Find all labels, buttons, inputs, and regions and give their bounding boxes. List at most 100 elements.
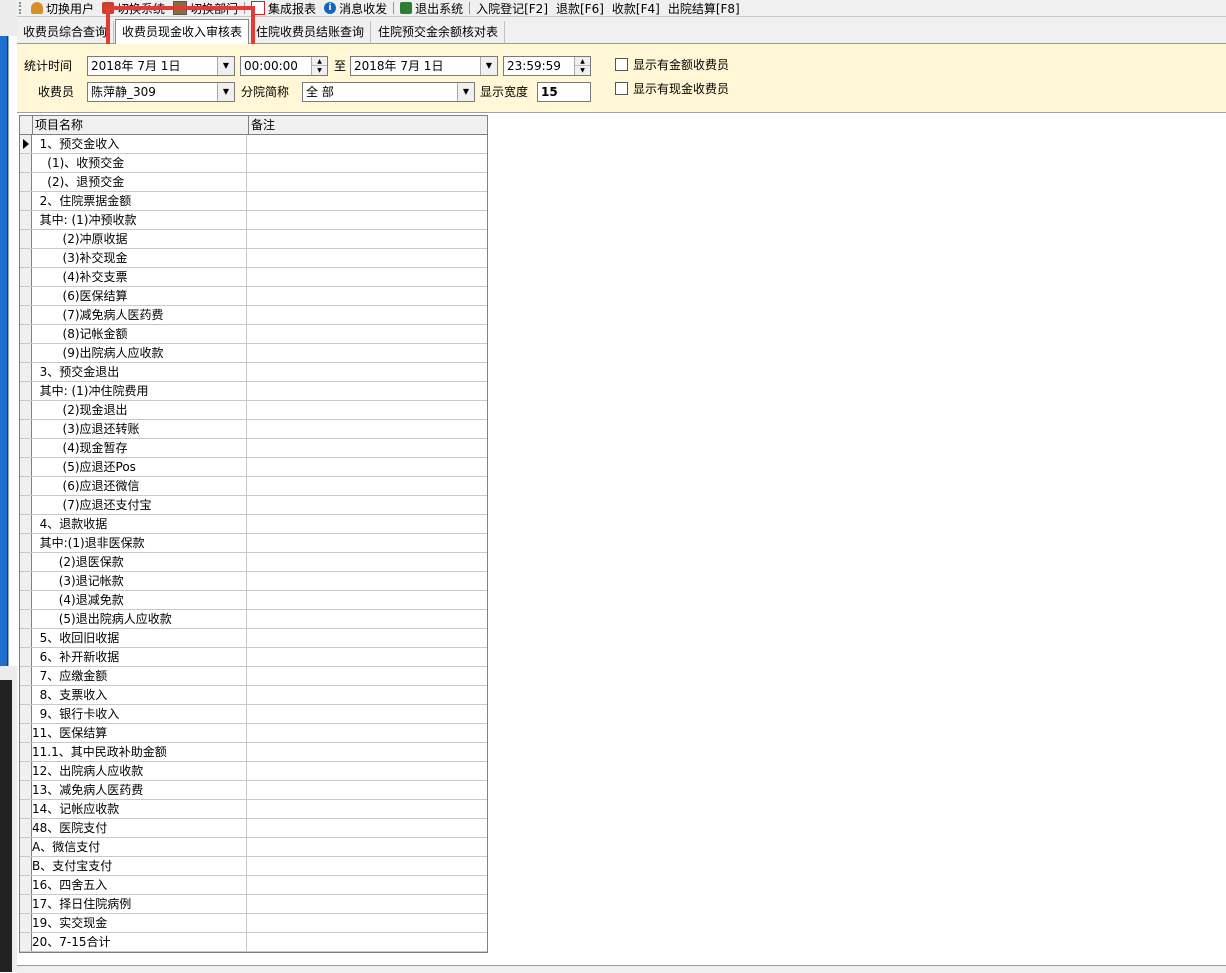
row-item-name[interactable]: (2)现金退出 xyxy=(32,401,247,419)
spin-up-icon[interactable]: ▲ xyxy=(312,57,327,66)
row-indicator[interactable] xyxy=(20,553,32,571)
row-item-name[interactable]: (4)退减免款 xyxy=(32,591,247,609)
row-indicator[interactable] xyxy=(20,458,32,476)
table-row[interactable]: (3)应退还转账 xyxy=(20,420,487,439)
row-indicator[interactable] xyxy=(20,420,32,438)
row-indicator[interactable] xyxy=(20,534,32,552)
row-note-cell[interactable] xyxy=(247,382,487,400)
table-row[interactable]: (8)记帐金额 xyxy=(20,325,487,344)
start-time-stepper[interactable]: 00:00:00 ▲ ▼ xyxy=(240,56,328,76)
row-note-cell[interactable] xyxy=(247,344,487,362)
exit-system-button[interactable]: 退出系统 xyxy=(396,1,467,16)
admission-button[interactable]: 入院登记[F2] xyxy=(472,1,552,16)
column-header-name[interactable]: 项目名称 xyxy=(33,116,249,134)
row-indicator[interactable] xyxy=(20,838,32,856)
row-note-cell[interactable] xyxy=(247,420,487,438)
row-indicator[interactable] xyxy=(20,211,32,229)
row-item-name[interactable]: (6)应退还微信 xyxy=(32,477,247,495)
end-date-picker[interactable]: 2018年 7月 1日 ▼ xyxy=(350,56,498,76)
row-item-name[interactable]: 其中: (1)冲住院费用 xyxy=(32,382,247,400)
checkbox-box[interactable] xyxy=(615,57,628,71)
row-note-cell[interactable] xyxy=(247,249,487,267)
row-indicator[interactable] xyxy=(20,325,32,343)
table-row[interactable]: (7)减免病人医药费 xyxy=(20,306,487,325)
row-item-name[interactable]: 4、退款收据 xyxy=(32,515,247,533)
row-item-name[interactable]: (4)补交支票 xyxy=(32,268,247,286)
row-indicator[interactable] xyxy=(20,648,32,666)
row-indicator[interactable] xyxy=(20,800,32,818)
table-row[interactable]: (6)应退还微信 xyxy=(20,477,487,496)
table-row[interactable]: 6、补开新收据 xyxy=(20,648,487,667)
row-indicator[interactable] xyxy=(20,344,32,362)
row-item-name[interactable]: 11、医保结算 xyxy=(32,724,247,742)
row-note-cell[interactable] xyxy=(247,325,487,343)
row-indicator[interactable] xyxy=(20,629,32,647)
row-indicator[interactable] xyxy=(20,705,32,723)
row-note-cell[interactable] xyxy=(247,401,487,419)
table-row[interactable]: 8、支票收入 xyxy=(20,686,487,705)
row-item-name[interactable]: 1、预交金收入 xyxy=(32,135,247,153)
row-note-cell[interactable] xyxy=(247,515,487,533)
row-indicator[interactable] xyxy=(20,819,32,837)
table-row[interactable]: (5)退出院病人应收款 xyxy=(20,610,487,629)
row-note-cell[interactable] xyxy=(247,724,487,742)
row-item-name[interactable]: (2)、退预交金 xyxy=(32,173,247,191)
table-row[interactable]: (4)退减免款 xyxy=(20,591,487,610)
table-row[interactable]: 17、择日住院病例 xyxy=(20,895,487,914)
row-note-cell[interactable] xyxy=(247,705,487,723)
row-item-name[interactable]: (8)记帐金额 xyxy=(32,325,247,343)
row-indicator[interactable] xyxy=(20,401,32,419)
row-note-cell[interactable] xyxy=(247,154,487,172)
refund-button[interactable]: 退款[F6] xyxy=(552,1,608,16)
row-item-name[interactable]: (6)医保结算 xyxy=(32,287,247,305)
row-indicator[interactable] xyxy=(20,876,32,894)
table-row[interactable]: (2)冲原收据 xyxy=(20,230,487,249)
table-row[interactable]: (1)、收预交金 xyxy=(20,154,487,173)
row-item-name[interactable]: (2)冲原收据 xyxy=(32,230,247,248)
row-item-name[interactable]: 8、支票收入 xyxy=(32,686,247,704)
row-note-cell[interactable] xyxy=(247,819,487,837)
row-note-cell[interactable] xyxy=(247,534,487,552)
row-note-cell[interactable] xyxy=(247,268,487,286)
row-item-name[interactable]: 7、应缴金额 xyxy=(32,667,247,685)
row-note-cell[interactable] xyxy=(247,287,487,305)
row-indicator[interactable] xyxy=(20,382,32,400)
column-header-note[interactable]: 备注 xyxy=(249,116,487,134)
chevron-down-icon[interactable]: ▼ xyxy=(217,57,234,75)
table-row[interactable]: 4、退款收据 xyxy=(20,515,487,534)
row-item-name[interactable]: (7)减免病人医药费 xyxy=(32,306,247,324)
row-indicator[interactable] xyxy=(20,230,32,248)
table-row[interactable]: (4)补交支票 xyxy=(20,268,487,287)
row-item-name[interactable]: (3)应退还转账 xyxy=(32,420,247,438)
row-note-cell[interactable] xyxy=(247,306,487,324)
row-note-cell[interactable] xyxy=(247,439,487,457)
table-row[interactable]: (2)退医保款 xyxy=(20,553,487,572)
row-note-cell[interactable] xyxy=(247,838,487,856)
collect-button[interactable]: 收款[F4] xyxy=(608,1,664,16)
row-indicator[interactable] xyxy=(20,933,32,951)
row-note-cell[interactable] xyxy=(247,553,487,571)
current-row-indicator-icon[interactable] xyxy=(20,135,32,153)
row-note-cell[interactable] xyxy=(247,762,487,780)
start-date-picker[interactable]: 2018年 7月 1日 ▼ xyxy=(87,56,235,76)
row-item-name[interactable]: 5、收回旧收据 xyxy=(32,629,247,647)
spin-buttons[interactable]: ▲ ▼ xyxy=(311,57,327,75)
table-row[interactable]: (4)现金暂存 xyxy=(20,439,487,458)
table-row[interactable]: 7、应缴金额 xyxy=(20,667,487,686)
row-indicator[interactable] xyxy=(20,363,32,381)
row-indicator[interactable] xyxy=(20,173,32,191)
row-note-cell[interactable] xyxy=(247,667,487,685)
row-item-name[interactable]: 16、四舍五入 xyxy=(32,876,247,894)
table-row[interactable]: 其中: (1)冲住院费用 xyxy=(20,382,487,401)
discharge-button[interactable]: 出院结算[F8] xyxy=(664,1,744,16)
row-note-cell[interactable] xyxy=(247,458,487,476)
row-indicator[interactable] xyxy=(20,743,32,761)
display-width-input[interactable]: 15 xyxy=(537,82,591,102)
row-item-name[interactable]: 3、预交金退出 xyxy=(32,363,247,381)
table-row[interactable]: (7)应退还支付宝 xyxy=(20,496,487,515)
row-indicator[interactable] xyxy=(20,496,32,514)
table-row[interactable]: (9)出院病人应收款 xyxy=(20,344,487,363)
row-indicator[interactable] xyxy=(20,249,32,267)
row-indicator[interactable] xyxy=(20,724,32,742)
row-indicator[interactable] xyxy=(20,572,32,590)
